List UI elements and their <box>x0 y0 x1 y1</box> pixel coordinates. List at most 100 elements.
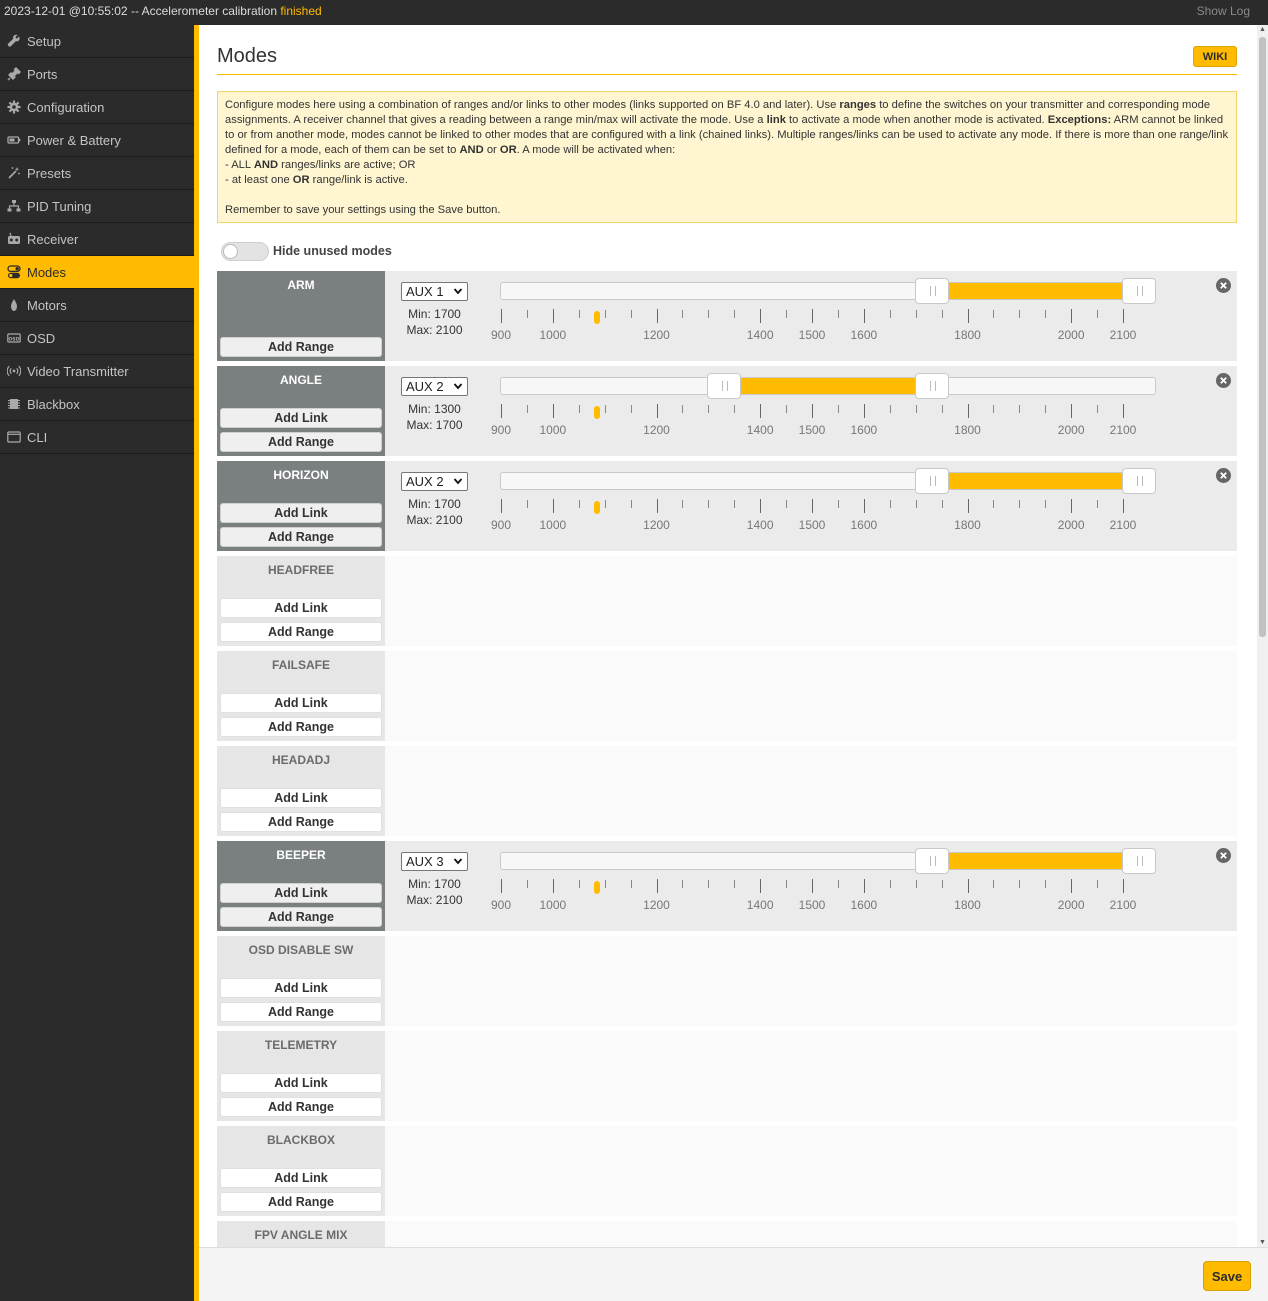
scale-tick <box>786 405 788 413</box>
sidebar-item-label: Blackbox <box>27 396 80 412</box>
add-link-button[interactable]: Add Link <box>220 503 382 523</box>
scale-label: 1500 <box>798 328 826 342</box>
scale-tick <box>1045 310 1047 318</box>
mode-header: OSD DISABLE SW Add Link Add Range <box>217 936 385 1026</box>
sidebar-item-receiver[interactable]: Receiver <box>0 223 194 256</box>
range-scale: 900 1000 1200 1400 1500 1600 1800 2000 2100 <box>491 404 1200 444</box>
scroll-up-arrow-icon[interactable]: ▲ <box>1259 26 1266 33</box>
slider-min-handle[interactable] <box>707 373 742 399</box>
sidebar-item-pid-tuning[interactable]: PID Tuning <box>0 190 194 223</box>
aux-channel-select[interactable]: AUX 1 <box>401 282 468 301</box>
wiki-button[interactable]: WIKI <box>1193 46 1237 67</box>
add-range-button[interactable]: Add Range <box>220 527 382 547</box>
add-range-button[interactable]: Add Range <box>220 1002 382 1022</box>
sidebar-item-power-battery[interactable]: Power & Battery <box>0 124 194 157</box>
hide-unused-modes-toggle[interactable] <box>221 241 269 261</box>
add-range-button[interactable]: Add Range <box>220 1192 382 1212</box>
aux-channel-select[interactable]: AUX 3 <box>401 852 468 871</box>
scale-label: 1600 <box>850 328 878 342</box>
sidebar-item-presets[interactable]: Presets <box>0 157 194 190</box>
main-scrollbar[interactable]: ▲ ▼ <box>1257 25 1268 1247</box>
scale-tick <box>915 310 917 318</box>
footer-bar: Save <box>199 1247 1268 1301</box>
add-range-button[interactable]: Add Range <box>220 907 382 927</box>
scale-label: 1000 <box>539 518 567 532</box>
add-range-button[interactable]: Add Range <box>220 717 382 737</box>
scale-tick <box>708 880 710 888</box>
sidebar-item-osd[interactable]: OSD OSD <box>0 322 194 355</box>
range-slider[interactable] <box>500 373 1156 399</box>
slider-min-handle[interactable] <box>914 848 949 874</box>
save-button[interactable]: Save <box>1203 1261 1251 1291</box>
sidebar-item-motors[interactable]: Motors <box>0 289 194 322</box>
sidebar-item-modes[interactable]: Modes <box>0 256 194 289</box>
scale-tick <box>604 880 606 888</box>
close-icon <box>1220 377 1227 384</box>
range-max-label: Max: 2100 <box>406 893 463 907</box>
scale-label: 1400 <box>746 328 774 342</box>
add-link-button[interactable]: Add Link <box>220 1168 382 1188</box>
add-range-button[interactable]: Add Range <box>220 337 382 357</box>
range-slider[interactable] <box>500 468 1156 494</box>
add-link-button[interactable]: Add Link <box>220 1073 382 1093</box>
sidebar-item-video-transmitter[interactable]: Video Transmitter <box>0 355 194 388</box>
sidebar-item-ports[interactable]: Ports <box>0 58 194 91</box>
scroll-down-arrow-icon[interactable]: ▼ <box>1259 1239 1266 1246</box>
scale-label: 2100 <box>1109 328 1137 342</box>
add-range-button[interactable]: Add Range <box>220 1097 382 1117</box>
chevron-down-icon <box>453 858 463 865</box>
scale-tick <box>682 405 684 413</box>
scale-tick <box>863 499 865 513</box>
mode-name: HEADFREE <box>267 563 334 577</box>
mode-row-telemetry: TELEMETRY Add Link Add Range <box>217 1031 1237 1121</box>
remove-range-button[interactable] <box>1216 848 1231 863</box>
scrollbar-thumb[interactable] <box>1259 37 1266 637</box>
scale-label: 2000 <box>1057 898 1085 912</box>
slider-max-handle[interactable] <box>1122 468 1156 494</box>
add-link-button[interactable]: Add Link <box>220 408 382 428</box>
sidebar-item-configuration[interactable]: Configuration <box>0 91 194 124</box>
sitemap-icon <box>7 199 21 213</box>
remove-range-button[interactable] <box>1216 468 1231 483</box>
add-range-button[interactable]: Add Range <box>220 622 382 642</box>
mode-ranges-area: AUX 2 Min: 1300 Max: 1700 900 1000 1200 1400 15… <box>385 366 1237 456</box>
mode-header: ANGLE Add Link Add Range <box>217 366 385 456</box>
note-rule-and: - ALL AND ranges/links are active; OR <box>225 159 416 171</box>
show-log-link[interactable]: Show Log <box>1197 0 1250 22</box>
sidebar-item-cli[interactable]: CLI <box>0 421 194 454</box>
remove-range-button[interactable] <box>1216 278 1231 293</box>
mode-name: TELEMETRY <box>264 1038 338 1052</box>
sidebar-item-setup[interactable]: Setup <box>0 25 194 58</box>
sidebar-item-blackbox[interactable]: Blackbox <box>0 388 194 421</box>
slider-max-handle[interactable] <box>1122 278 1156 304</box>
mode-header: HORIZON Add Link Add Range <box>217 461 385 551</box>
slider-max-handle[interactable] <box>1122 848 1156 874</box>
range-slider[interactable] <box>500 848 1156 874</box>
scale-tick <box>1123 879 1124 893</box>
log-message: 2023-12-01 @10:55:02 -- Accelerometer ca… <box>4 4 281 18</box>
scale-label: 2000 <box>1057 518 1085 532</box>
remove-range-button[interactable] <box>1216 373 1231 388</box>
slider-max-handle[interactable] <box>914 373 949 399</box>
add-range-button[interactable]: Add Range <box>220 432 382 452</box>
sidebar-item-label: Setup <box>27 33 61 49</box>
scale-tick <box>630 500 632 508</box>
add-link-button[interactable]: Add Link <box>220 978 382 998</box>
add-link-button[interactable]: Add Link <box>220 693 382 713</box>
scale-tick <box>501 309 502 323</box>
wrench-icon <box>7 34 21 48</box>
scale-tick <box>682 500 684 508</box>
add-link-button[interactable]: Add Link <box>220 883 382 903</box>
scale-tick <box>526 310 528 318</box>
aux-channel-select[interactable]: AUX 2 <box>401 377 468 396</box>
slider-min-handle[interactable] <box>914 468 949 494</box>
scale-tick <box>1071 309 1073 323</box>
range-values: Min: 1300 Max: 1700 <box>401 401 468 433</box>
add-range-button[interactable]: Add Range <box>220 812 382 832</box>
add-link-button[interactable]: Add Link <box>220 598 382 618</box>
range-slider[interactable] <box>500 278 1156 304</box>
range-values: Min: 1700 Max: 2100 <box>401 876 468 908</box>
aux-channel-select[interactable]: AUX 2 <box>401 472 468 491</box>
slider-min-handle[interactable] <box>914 278 949 304</box>
add-link-button[interactable]: Add Link <box>220 788 382 808</box>
